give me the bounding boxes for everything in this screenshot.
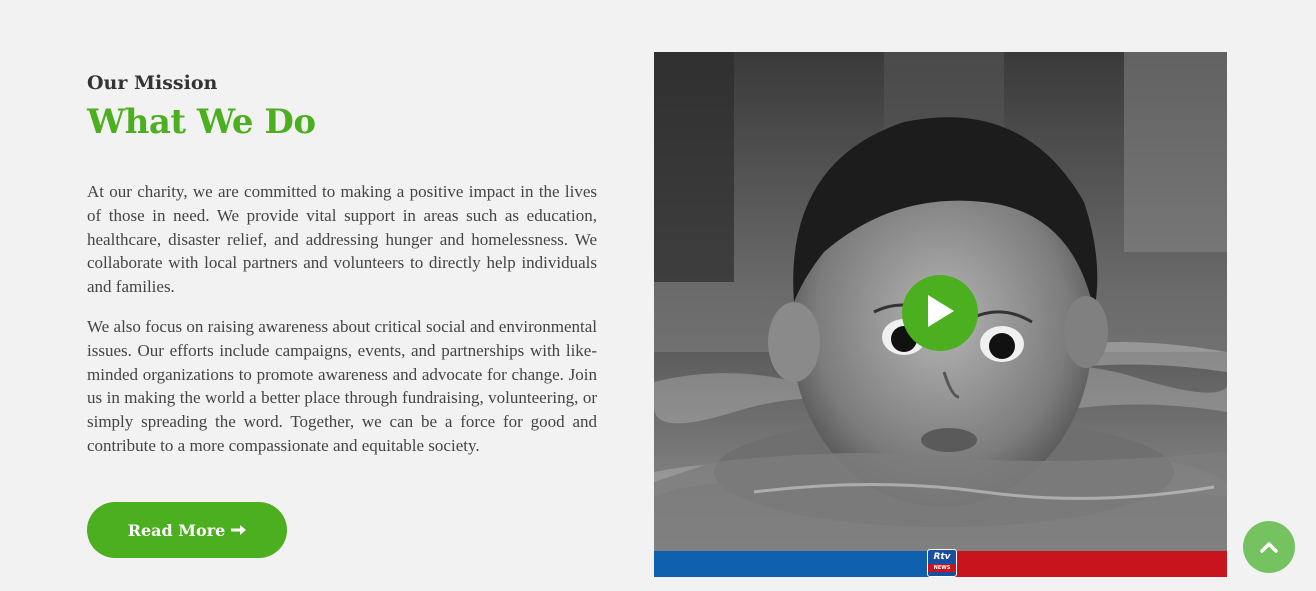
read-more-button[interactable]: Read More (87, 502, 287, 558)
chevron-up-icon (1260, 538, 1278, 557)
mission-text-column: Our Mission What We Do At our charity, w… (87, 70, 597, 458)
news-channel-logo: Rtv NEWS (927, 549, 957, 577)
mission-paragraph-2: We also focus on raising awareness about… (87, 316, 597, 455)
arrow-right-icon (231, 521, 247, 540)
play-button[interactable] (902, 275, 978, 351)
section-heading: What We Do (87, 102, 316, 142)
news-logo-text: Rtv (933, 552, 951, 562)
mission-paragraph-1: At our charity, we are committed to maki… (87, 182, 597, 297)
section-eyebrow: Our Mission (87, 72, 218, 94)
play-icon (925, 294, 955, 332)
banner-blue-bar (654, 551, 928, 577)
news-logo-subtext: NEWS (928, 564, 956, 572)
read-more-label: Read More (127, 520, 226, 540)
scroll-to-top-button[interactable] (1243, 521, 1295, 573)
banner-red-bar (928, 551, 1227, 577)
video-thumbnail[interactable]: Rtv NEWS (654, 52, 1227, 577)
